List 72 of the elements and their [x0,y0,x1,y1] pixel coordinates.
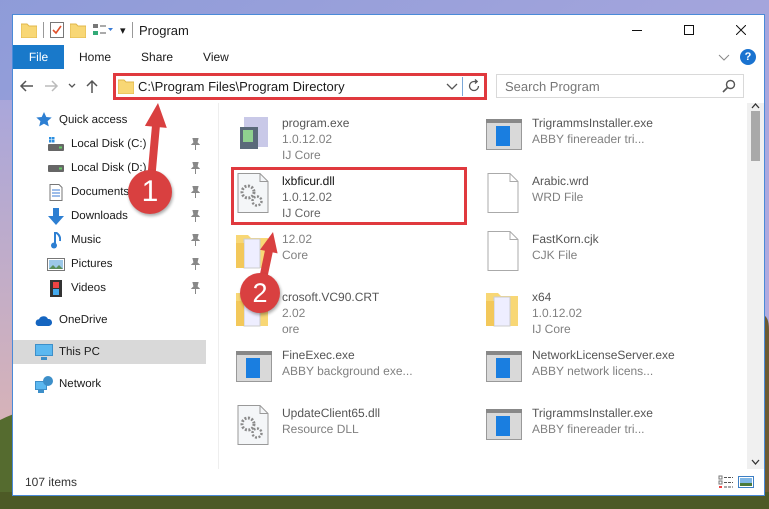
document-icon [49,184,63,200]
file-menu-button[interactable]: File [13,45,64,69]
sidebar-item[interactable]: Music [47,232,102,248]
file-item[interactable]: 12.02 Core [282,231,312,262]
ribbon-tab[interactable]: View [188,45,244,69]
pin-icon[interactable] [190,186,200,198]
checklist-icon[interactable] [50,22,64,38]
folder-icon [118,78,134,94]
file-item[interactable]: TrigrammsInstaller.exe ABBY finereader tri... [532,405,653,436]
landscape-thumbnail-icon [738,476,754,488]
large-icons-view-button[interactable] [736,476,756,488]
window-title: Program [139,22,190,38]
sidebar-item[interactable]: Pictures [47,258,113,270]
item-count: 107 items [25,475,78,489]
monitor-icon [35,344,53,360]
details-view-button[interactable] [716,475,736,489]
cloud-icon [35,314,53,326]
maximize-icon [684,25,694,35]
network-icon [35,376,53,392]
pin-icon[interactable] [190,162,200,174]
pin-icon[interactable] [190,234,200,246]
file-item[interactable]: TrigrammsInstaller.exe ABBY finereader tri... [532,115,653,146]
address-bar[interactable]: C:\Program Files\Program Directory [113,72,487,100]
search-icon[interactable] [722,79,736,93]
file-item[interactable]: x64 1.0.12.02 IJ Core [532,289,582,336]
forward-arrow-icon [43,79,59,93]
drive-icon [47,137,65,151]
sidebar-item[interactable]: Downloads [47,208,128,224]
chevron-down-icon[interactable] [446,82,458,90]
close-icon [736,25,746,35]
film-strip-icon [50,280,62,296]
sidebar-item[interactable]: Documents [47,184,130,200]
file-item[interactable]: Arabic.wrd WRD File [532,173,589,204]
drive-icon [47,164,65,172]
pin-icon[interactable] [190,210,200,222]
pin-icon[interactable] [190,138,200,150]
properties-icon[interactable] [92,24,114,36]
help-button[interactable]: ? [740,49,756,65]
file-item[interactable]: program.exe 1.0.12.02 IJ Core [282,115,350,162]
customize-toolbar-button[interactable]: ▾ [120,24,126,36]
sidebar-item[interactable]: Network [35,376,102,392]
up-arrow-icon [85,79,99,93]
file-item[interactable]: FastKorn.cjk CJK File [532,231,599,262]
ribbon-tab[interactable]: Share [126,45,188,69]
file-item[interactable]: crosoft.VC90.CRT 2.02 ore [282,289,380,336]
scroll-down-icon[interactable] [751,459,760,465]
chevron-down-icon[interactable] [718,54,730,60]
refresh-icon [466,79,480,93]
sidebar-item[interactable]: This PC [35,344,100,360]
search-field[interactable]: Search Program [496,74,744,98]
scroll-up-icon[interactable] [751,103,760,109]
music-note-icon [51,232,61,248]
details-view-icon [718,475,734,489]
file-item[interactable]: lxbficur.dll 1.0.12.02 IJ Core [282,173,335,220]
pictures-icon [47,258,65,270]
file-item[interactable]: UpdateClient65.dll Resource DLL [282,405,380,436]
ribbon-tab[interactable]: Home [64,45,126,69]
file-item[interactable]: NetworkLicenseServer.exe ABBY network licens... [532,347,675,378]
file-item[interactable]: FineExec.exe ABBY background exe... [282,347,413,378]
sidebar-item[interactable]: OneDrive [35,314,108,326]
scrollbar[interactable] [747,103,764,469]
back-arrow-icon [19,79,35,93]
back-button[interactable] [19,79,35,93]
sidebar-item[interactable]: Local Disk (C:) [47,137,146,151]
star-icon [35,112,53,128]
sidebar-item[interactable]: Quick access [35,112,128,128]
download-arrow-icon [48,208,64,224]
scrollbar-thumb[interactable] [751,111,760,161]
sidebar-item[interactable]: Videos [47,280,106,296]
pin-icon[interactable] [190,258,200,270]
up-button[interactable] [85,79,99,93]
pin-icon[interactable] [190,282,200,294]
